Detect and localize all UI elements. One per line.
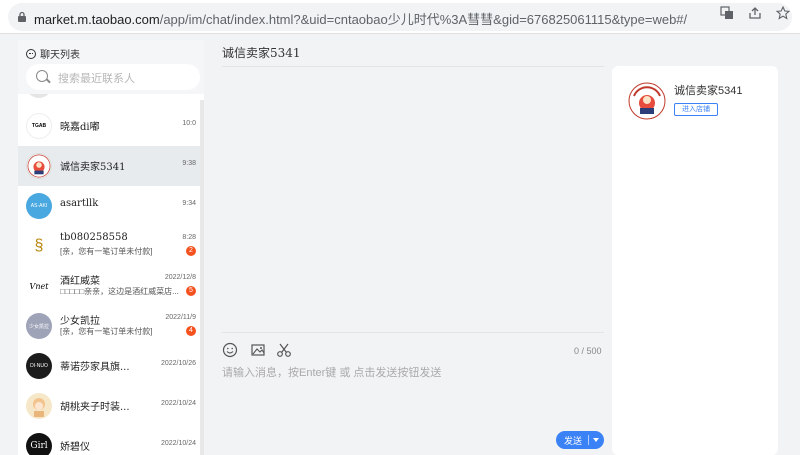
contact-item[interactable]: DI·NUO 蒂诺莎家具旗... 2022/10/26 [18,346,200,386]
avatar: AS·AKI [26,193,52,219]
avatar: DI·NUO [26,353,52,379]
contact-item[interactable]: § tb080258558 8:28 [亲，您有一笔订单未付款] 2 [18,226,200,266]
contact-last-message: □□□□□亲亲，这边是酒红威菜店... [60,287,179,296]
search-icon [36,70,48,82]
contact-last-message: [亲，您有一笔订单未付款] [60,327,153,336]
send-label: 发送 [564,436,583,446]
lock-icon [18,11,26,22]
avatar: TGAB [26,113,52,139]
shop-panel: 诚信卖家5341 进入店铺 [612,66,778,455]
message-input[interactable]: 请输入消息，按Enter键 或 点击发送按钮发送 [222,364,441,380]
avatar: § [26,233,52,259]
contact-time: 2022/12/8 [164,274,196,281]
contact-time: 10:0 [182,120,196,127]
contact-item[interactable]: TGAB 晓嘉di嘟 10:0 [18,106,200,146]
contact-item[interactable]: 少女凯拉 少女凯拉 2022/11/9 [亲，您有一笔订单未付款] 4 [18,306,200,346]
avatar: 少女凯拉 [26,313,52,339]
bookmark-star-icon[interactable] [775,5,791,20]
search-input[interactable]: 搜索最近联系人 [58,70,135,86]
contact-name: 胡桃夹子时装... [60,402,130,413]
chat-title: 诚信卖家5341 [222,46,301,60]
share-icon[interactable] [748,6,762,20]
divider [222,66,604,67]
contact-name: 蒂诺莎家具旗... [60,362,130,373]
contact-time: 8:28 [182,234,196,241]
contact-search[interactable]: 搜索最近联系人 [26,64,200,90]
contact-name: 晓嘉di嘟 [60,122,100,133]
contact-sidebar: 聊天列表 搜索最近联系人 TGAB 晓嘉di嘟 10:0 诚信卖家5341 9:… [18,40,204,455]
contact-time: 2022/10/26 [160,360,196,367]
contact-item[interactable]: 胡桃夹子时装... 2022/10/24 [18,386,200,426]
shop-name: 诚信卖家5341 [674,85,743,97]
browser-address-bar: market.m.taobao.com/app/im/chat/index.ht… [0,0,800,34]
scissors-icon[interactable] [276,342,292,358]
avatar [26,393,52,419]
chat-page: 聊天列表 搜索最近联系人 TGAB 晓嘉di嘟 10:0 诚信卖家5341 9:… [0,34,800,455]
enter-shop-button[interactable]: 进入店铺 [674,103,718,116]
send-button[interactable]: 发送 [556,431,604,449]
char-counter: 0 / 500 [574,346,602,356]
contact-time: 9:38 [182,160,196,167]
contact-time: 2022/11/9 [165,314,196,321]
contact-item[interactable]: Vnet 酒红威菜 2022/12/8 □□□□□亲亲，这边是酒红威菜店... … [18,266,200,306]
contact-name: asartllk [60,198,99,209]
contact-time: 2022/10/24 [160,440,196,447]
contact-item-active[interactable]: 诚信卖家5341 9:38 [18,146,200,186]
chat-main: 诚信卖家5341 0 / 500 请输入消息，按Enter键 或 点击发送按钮发… [204,34,610,455]
sidebar-header: 聊天列表 搜索最近联系人 [18,40,204,94]
contact-partial-top[interactable] [18,94,200,100]
omnibox[interactable]: market.m.taobao.com/app/im/chat/index.ht… [8,3,792,31]
url-text[interactable]: market.m.taobao.com/app/im/chat/index.ht… [34,9,687,28]
divider [588,435,589,445]
contact-name: 娇碧仪 [60,442,90,453]
contact-last-message: [亲，您有一笔订单未付款] [60,247,153,256]
chevron-down-icon[interactable] [593,438,599,442]
contact-time: 2022/10/24 [160,400,196,407]
shop-logo-avatar [26,153,52,179]
unread-badge: 4 [186,326,196,336]
contact-time: 9:34 [182,200,196,207]
contact-name: 诚信卖家5341 [60,162,126,173]
contact-name: 少女凯拉 [60,316,100,327]
contact-list-title: 聊天列表 [26,46,80,61]
emoji-icon[interactable] [222,342,238,358]
avatar: Vnet [26,273,52,299]
chat-bubble-icon [26,48,36,59]
image-icon[interactable] [250,342,266,358]
shop-logo [628,82,666,120]
avatar: Girl [26,433,52,455]
contact-list: TGAB 晓嘉di嘟 10:0 诚信卖家5341 9:38 AS·AKI asa… [18,94,200,455]
unread-badge: 2 [186,246,196,256]
contact-list-title-label: 聊天列表 [40,50,80,61]
unread-badge: 5 [186,286,196,296]
contact-item[interactable]: AS·AKI asartllk 9:34 [18,186,200,226]
contact-item[interactable]: Girl 娇碧仪 2022/10/24 [18,426,200,455]
contact-name: tb080258558 [60,232,128,243]
divider [222,332,604,333]
avatar [26,94,52,98]
translate-icon[interactable] [720,6,734,20]
contact-name: 酒红威菜 [60,276,100,287]
